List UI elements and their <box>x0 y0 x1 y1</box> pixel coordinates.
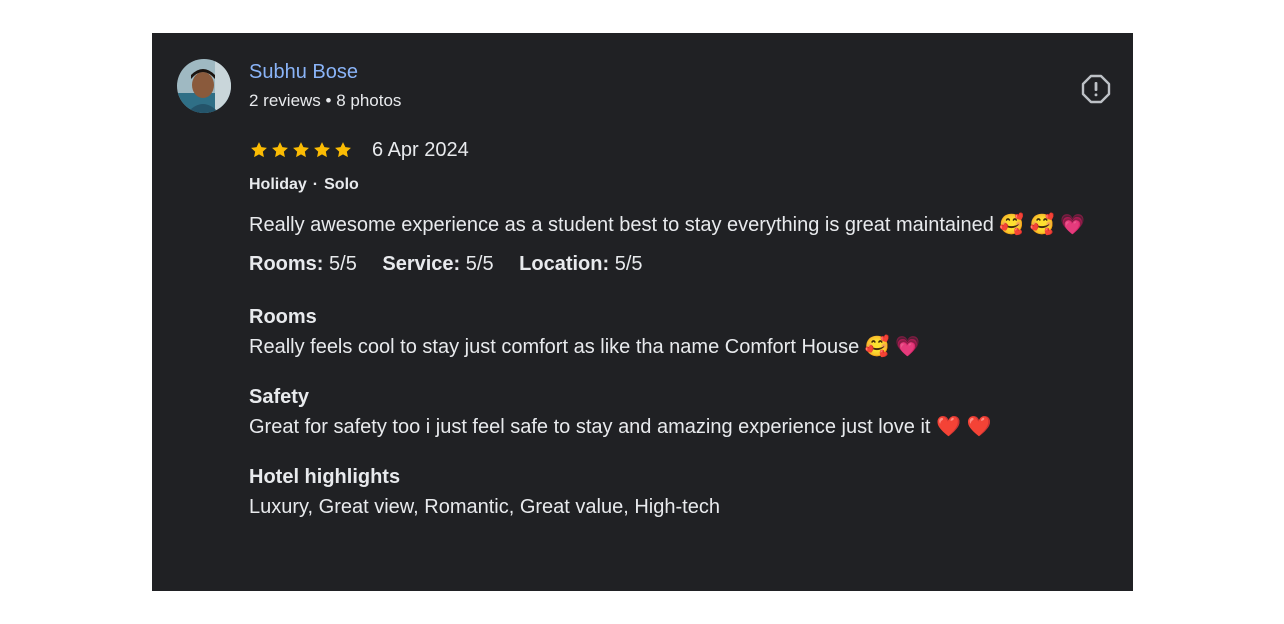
sub-rating-value: 5/5 <box>460 253 494 275</box>
star-icon <box>272 142 288 158</box>
sub-rating-label: Location: <box>519 253 610 275</box>
star-icon <box>293 142 309 158</box>
star-rating <box>249 140 353 160</box>
section-safety: Safety Great for safety too i just feel … <box>249 383 1119 443</box>
review-content: 6 Apr 2024 Holiday · Solo Really awesome e… <box>249 137 1119 523</box>
sub-rating-label: Rooms: <box>249 253 324 275</box>
section-rooms: Rooms Really feels cool to stay just com… <box>249 303 1119 363</box>
sub-rating-value: 5/5 <box>323 253 357 275</box>
avatar[interactable] <box>177 59 231 113</box>
sub-rating-location: Location: 5/5 <box>519 253 642 275</box>
avatar-image <box>177 59 231 113</box>
section-text: Really feels cool to stay just comfort a… <box>249 336 921 358</box>
reviewer-name[interactable]: Subhu Bose <box>249 61 358 84</box>
section-hotel-highlights: Hotel highlights Luxury, Great view, Rom… <box>249 463 1119 523</box>
section-title: Rooms <box>249 306 317 328</box>
review-date: 6 Apr 2024 <box>372 138 469 161</box>
sub-rating-service: Service: 5/5 <box>382 253 493 275</box>
sub-rating-rooms: Rooms: 5/5 <box>249 253 357 275</box>
sub-rating-label: Service: <box>382 253 461 275</box>
report-flag-icon[interactable] <box>1080 73 1112 105</box>
review-text: Really awesome experience as a student b… <box>249 214 1086 236</box>
section-title: Hotel highlights <box>249 466 401 488</box>
section-title: Safety <box>249 386 310 408</box>
section-text: Luxury, Great view, Romantic, Great valu… <box>249 496 720 518</box>
trip-group: Solo <box>324 176 359 193</box>
section-text: Great for safety too i just feel safe to… <box>249 416 992 438</box>
sub-rating-value: 5/5 <box>609 253 643 275</box>
reviewer-stats: 2 reviews • 8 photos <box>249 91 402 110</box>
star-icon <box>251 142 267 158</box>
sub-ratings: Rooms: 5/5 Service: 5/5 Location: 5/5 <box>249 253 1119 276</box>
trip-info: Holiday · Solo <box>249 176 1119 194</box>
review-card: Subhu Bose 2 reviews • 8 photos 6 Apr 20… <box>152 33 1133 591</box>
star-icon <box>335 142 351 158</box>
trip-separator: · <box>312 176 319 193</box>
rating-row: 6 Apr 2024 <box>249 137 1119 163</box>
trip-type: Holiday <box>249 176 307 193</box>
star-icon <box>314 142 330 158</box>
